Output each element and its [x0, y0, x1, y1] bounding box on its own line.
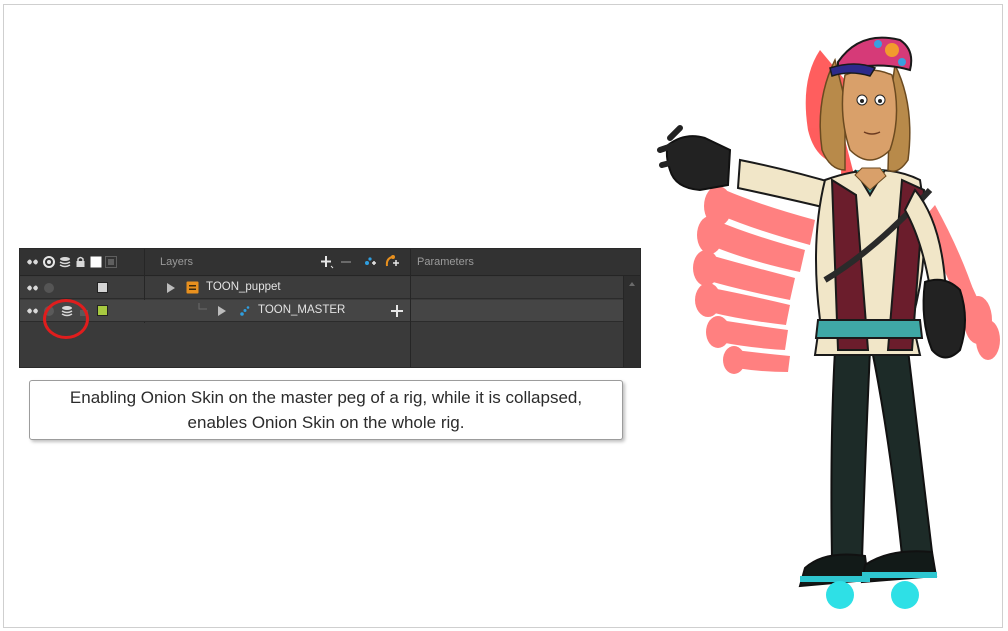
- color-swatch-icon[interactable]: [90, 256, 102, 268]
- layers-label: Layers: [160, 256, 194, 268]
- add-layer-icon[interactable]: [320, 255, 334, 269]
- character-cap: [829, 36, 913, 77]
- expand-arrow-icon[interactable]: [217, 305, 227, 317]
- add-effect-icon[interactable]: [384, 253, 400, 269]
- enable-toggle-icon[interactable]: [43, 282, 55, 294]
- parameters-label: Parameters: [417, 256, 474, 268]
- character-illustration: [657, 36, 1000, 609]
- empty-rows-area: [20, 249, 624, 367]
- onion-skin-ghost-left: [693, 186, 815, 374]
- layer-color-swatch[interactable]: [97, 305, 108, 316]
- onion-skin-icon[interactable]: [26, 282, 40, 294]
- layer-row-toon-puppet[interactable]: TOON_puppet: [20, 249, 624, 367]
- row-params-divider: [410, 249, 411, 367]
- timeline-panel: Layers Parameters TOON_puppet TOON_MASTE…: [19, 248, 641, 368]
- stack-icon[interactable]: [59, 256, 71, 268]
- layer-name[interactable]: TOON_MASTER: [258, 304, 345, 316]
- scroll-up-arrow-icon[interactable]: [629, 282, 635, 286]
- peg-icon: [240, 306, 250, 316]
- layer-name[interactable]: TOON_puppet: [206, 281, 281, 293]
- vertical-scrollbar[interactable]: [623, 276, 640, 367]
- lock-icon[interactable]: [75, 256, 86, 268]
- onion-skin-toggle-icon[interactable]: [26, 256, 40, 268]
- onion-skin-icon[interactable]: [26, 305, 40, 317]
- layer-color-swatch[interactable]: [97, 282, 108, 293]
- enable-layer-icon[interactable]: [43, 256, 55, 268]
- add-peg-icon[interactable]: [363, 254, 377, 268]
- hierarchy-connector-icon: [198, 303, 207, 310]
- character-head: [819, 57, 911, 191]
- expand-icon[interactable]: [105, 256, 117, 268]
- timeline-header: Layers Parameters: [20, 249, 640, 276]
- caption-box: Enabling Onion Skin on the master peg of…: [29, 380, 623, 440]
- character-legs: [798, 349, 938, 609]
- add-child-icon[interactable]: [390, 304, 404, 318]
- expand-arrow-icon[interactable]: [166, 282, 176, 294]
- caption-text: Enabling Onion Skin on the master peg of…: [69, 388, 583, 432]
- layer-row-toon-master[interactable]: TOON_MASTER: [20, 249, 624, 367]
- remove-layer-icon[interactable]: [340, 255, 352, 269]
- onion-skin-highlight-circle: [43, 299, 89, 339]
- group-icon: [186, 281, 199, 294]
